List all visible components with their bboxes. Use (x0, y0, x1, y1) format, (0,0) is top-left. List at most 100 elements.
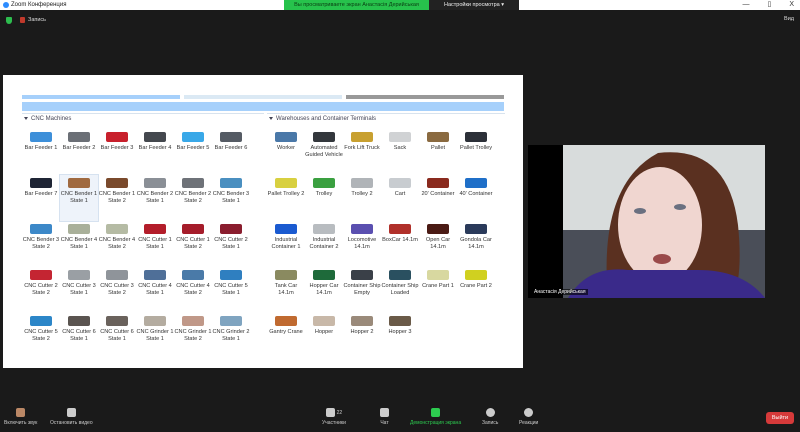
object-thumbnail-icon (68, 178, 90, 188)
item-label: CNC Cutter 2 State 2 (24, 283, 58, 296)
library-item[interactable]: Industrial Container 1 (267, 221, 305, 267)
collapse-icon[interactable] (24, 117, 28, 120)
unmute-label: Включить звук (4, 420, 38, 426)
library-item[interactable]: CNC Bender 3 State 2 (22, 221, 60, 267)
object-thumbnail-icon (351, 316, 373, 326)
panel-header[interactable]: CNC Machines (22, 113, 264, 123)
library-item[interactable]: Open Car 14.1m (419, 221, 457, 267)
library-item[interactable]: Bar Feeder 3 (98, 129, 136, 175)
library-item[interactable]: CNC Cutter 4 State 1 (136, 267, 174, 313)
library-item[interactable]: Sack (381, 129, 419, 175)
item-label: Bar Feeder 6 (214, 145, 248, 151)
item-label: Crane Part 1 (422, 283, 454, 289)
object-thumbnail-icon (313, 270, 335, 280)
library-item[interactable]: CNC Cutter 5 State 1 (212, 267, 250, 313)
item-label: Bar Feeder 3 (100, 145, 134, 151)
participant-video[interactable]: Анастасія Дерийськая (528, 145, 765, 298)
library-item[interactable]: Crane Part 1 (419, 267, 457, 313)
item-label: CNC Cutter 3 State 1 (62, 283, 96, 296)
library-item[interactable]: Pallet Trolley (457, 129, 495, 175)
library-item[interactable]: Hopper Car 14.1m (305, 267, 343, 313)
library-item[interactable]: CNC Cutter 2 State 1 (212, 221, 250, 267)
library-item[interactable]: Industrial Container 2 (305, 221, 343, 267)
item-label: Open Car 14.1m (425, 237, 451, 250)
library-item[interactable]: Pallet Trolley 2 (267, 175, 305, 221)
library-item[interactable]: CNC Grinder 2 State 1 (212, 313, 250, 359)
object-thumbnail-icon (182, 224, 204, 234)
library-item[interactable]: Gondola Car 14.1m (457, 221, 495, 267)
item-label: 20' Container (421, 191, 455, 197)
view-options-button[interactable]: Настройки просмотра ▾ (429, 0, 519, 10)
library-item[interactable]: Fork Lift Truck (343, 129, 381, 175)
restore-button[interactable]: ▯ (767, 0, 771, 10)
library-item[interactable]: CNC Grinder 1 State 2 (174, 313, 212, 359)
library-item[interactable]: Cart (381, 175, 419, 221)
item-label: Gondola Car 14.1m (460, 237, 492, 250)
minimize-button[interactable]: — (742, 0, 749, 10)
library-item[interactable]: Bar Feeder 6 (212, 129, 250, 175)
library-item[interactable]: CNC Cutter 2 State 2 (22, 267, 60, 313)
library-item[interactable]: BoxCar 14.1m (381, 221, 419, 267)
leave-button[interactable]: Выйти (766, 412, 794, 424)
object-thumbnail-icon (220, 132, 242, 142)
object-thumbnail-icon (68, 132, 90, 142)
library-item[interactable]: CNC Bender 1 State 2 (98, 175, 136, 221)
reactions-button[interactable]: Реакции (519, 408, 538, 426)
library-item[interactable]: CNC Bender 2 State 2 (174, 175, 212, 221)
library-item[interactable]: Hopper 2 (343, 313, 381, 359)
library-item[interactable]: Automated Guided Vehicle (305, 129, 343, 175)
record-button[interactable]: Запись (482, 408, 498, 426)
library-item[interactable]: Locomotive 14.1m (343, 221, 381, 267)
library-item[interactable]: CNC Bender 3 State 1 (212, 175, 250, 221)
close-button[interactable]: X (789, 0, 794, 10)
library-item[interactable]: CNC Cutter 1 State 2 (174, 221, 212, 267)
library-item[interactable]: Bar Feeder 2 (60, 129, 98, 175)
library-item[interactable]: CNC Cutter 5 State 2 (22, 313, 60, 359)
library-item[interactable]: Tank Car 14.1m (267, 267, 305, 313)
library-item[interactable]: Hopper 3 (381, 313, 419, 359)
reactions-icon (524, 408, 534, 417)
library-item[interactable]: CNC Cutter 1 State 1 (136, 221, 174, 267)
chat-button[interactable]: Чат (380, 408, 389, 426)
library-item[interactable]: Container Ship Empty (343, 267, 381, 313)
unmute-button[interactable]: Включить звук (4, 408, 37, 426)
library-item[interactable]: CNC Bender 2 State 1 (136, 175, 174, 221)
library-item[interactable]: Container Ship Loaded (381, 267, 419, 313)
library-item[interactable]: Trolley (305, 175, 343, 221)
library-item[interactable]: Trolley 2 (343, 175, 381, 221)
library-item[interactable]: CNC Cutter 4 State 2 (174, 267, 212, 313)
object-thumbnail-icon (389, 224, 411, 234)
library-item[interactable]: CNC Grinder 1 State 1 (136, 313, 174, 359)
item-label: Crane Part 2 (460, 283, 492, 289)
item-label: Trolley 2 (351, 191, 373, 197)
library-item[interactable]: 40' Container (457, 175, 495, 221)
shield-icon[interactable] (6, 16, 12, 24)
participants-button[interactable]: 22 Участники (322, 408, 346, 426)
video-button[interactable]: Остановить видео (50, 408, 93, 426)
library-item[interactable]: 20' Container (419, 175, 457, 221)
library-item[interactable]: Gantry Crane (267, 313, 305, 359)
share-screen-button[interactable]: Демонстрация экрана (410, 408, 461, 426)
library-item[interactable]: Pallet (419, 129, 457, 175)
library-item[interactable]: CNC Cutter 3 State 1 (60, 267, 98, 313)
item-label: Container Ship Loaded (381, 283, 419, 296)
library-item[interactable]: CNC Bender 4 State 2 (98, 221, 136, 267)
library-item[interactable]: Bar Feeder 1 (22, 129, 60, 175)
library-item[interactable]: CNC Bender 1 State 1 (59, 174, 99, 222)
meeting-toolbar: Включить звук Остановить видео 22 Участни… (0, 402, 800, 432)
library-item[interactable]: Hopper (305, 313, 343, 359)
panel-header[interactable]: Warehouses and Container Terminals (267, 113, 505, 123)
library-item[interactable]: CNC Cutter 6 State 1 (98, 313, 136, 359)
view-button[interactable]: Вид (784, 16, 794, 22)
library-item[interactable]: CNC Bender 4 State 1 (60, 221, 98, 267)
library-item[interactable]: CNC Cutter 3 State 2 (98, 267, 136, 313)
library-item[interactable]: Bar Feeder 5 (174, 129, 212, 175)
library-item[interactable]: Crane Part 2 (457, 267, 495, 313)
collapse-icon[interactable] (269, 117, 273, 120)
library-item[interactable]: Worker (267, 129, 305, 175)
library-item[interactable]: Bar Feeder 7 (22, 175, 60, 221)
library-item[interactable]: CNC Cutter 6 State 1 (60, 313, 98, 359)
library-item[interactable]: Bar Feeder 4 (136, 129, 174, 175)
item-label: CNC Cutter 5 State 1 (214, 283, 248, 296)
object-thumbnail-icon (465, 178, 487, 188)
